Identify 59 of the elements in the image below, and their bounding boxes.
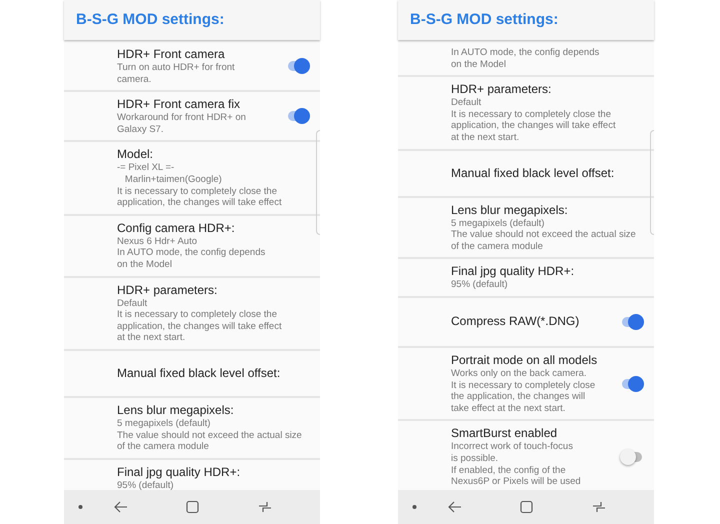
setting-title: HDR+ parameters: [117,282,218,298]
settings-row[interactable]: Manual fixed black level offset: [64,350,320,398]
setting-title: Lens blur megapixels: [451,202,569,218]
setting-description: Default It is necessary to completely close the application, the changes will take effect at the next start. [451,97,617,144]
toggle-switch[interactable] [620,374,644,393]
setting-description: Works only on the back camera. It is necessary to completely close the application, the changes will take effect at the next start. [451,368,596,414]
setting-title: Lens blur megapixels: [117,402,235,418]
setting-description: Incorrect work of touch-focus is possible. If enabled, the config of the Nexus6P or Pixels will be used [451,441,582,488]
settings-row[interactable]: Model: -= Pixel XL =- Marlin+taimen(Google) It is necessary to completely close the application, the changes will take effect [64,142,320,216]
setting-description: Default It is necessary to completely close the application, the changes will take effect at the next start. [117,298,283,344]
settings-row[interactable]: HDR+ parameters: Default It is necessary to completely close the application, the changes will take effect at the next start. [398,77,654,151]
setting-description: Nexus 6 Hdr+ Auto In AUTO mode, the config depends on the Model [117,236,266,271]
setting-title: HDR+ Front camera [117,47,226,62]
toggle-switch[interactable] [286,57,310,76]
settings-row[interactable]: Final jpg quality HDR+: 95% (default) [398,259,654,298]
home-icon[interactable] [186,500,199,514]
setting-title: Portrait mode on all models [451,352,598,368]
setting-title: Model: [117,147,154,162]
setting-description: 5 megapixels (default) The value should not exceed the actual size of the camera module [451,218,637,252]
setting-description: 95% (default) [451,279,509,291]
settings-row[interactable]: HDR+ Front camera Turn on auto HDR+ for front camera. [64,42,320,92]
dot-icon [412,504,417,510]
setting-title: Compress RAW(*.DNG) [451,314,580,330]
settings-row[interactable]: Manual fixed black level offset: [398,150,654,198]
toggle-switch[interactable] [620,312,644,331]
recents-icon[interactable] [258,501,272,513]
back-icon[interactable] [448,501,462,513]
back-icon[interactable] [114,501,128,513]
settings-row[interactable]: SmartBurst enabled Incorrect work of touch-focus is possible. If enabled, the config of the Nexus6P or Pixels will be used [398,421,654,490]
settings-row[interactable]: In AUTO mode, the config depends on the Model [398,42,654,78]
setting-description: -= Pixel XL =- Marlin+taimen(Google) It is necessary to completely close the application, the changes will take effect [117,162,283,209]
dot-icon [78,504,83,510]
setting-title: SmartBurst enabled [451,426,558,442]
recents-icon[interactable] [592,501,606,513]
setting-description: 95% (default) [117,480,175,490]
setting-title: Manual fixed black level offset: [451,166,616,181]
setting-description: Workaround for front HDR+ on Galaxy S7. [117,112,247,136]
setting-title: Manual fixed black level offset: [117,366,282,381]
setting-title: HDR+ parameters: [451,82,552,98]
setting-title: Config camera HDR+: [117,220,236,236]
settings-row[interactable]: HDR+ Front camera fix Workaround for front HDR+ on Galaxy S7. [64,92,320,142]
setting-description: In AUTO mode, the config depends on the Model [451,47,600,70]
settings-row[interactable]: Lens blur megapixels: 5 megapixels (default) The value should not exceed the actual size of the camera module [64,398,320,460]
settings-row[interactable]: HDR+ parameters: Default It is necessary to completely close the application, the changes will take effect at the next start. [64,278,320,351]
settings-row[interactable]: Config camera HDR+: Nexus 6 Hdr+ Auto In AUTO mode, the config depends on the Model [64,216,320,278]
setting-description: Turn on auto HDR+ for front camera. [117,62,236,86]
setting-title: HDR+ Front camera fix [117,97,242,112]
app-title: B-S-G MOD settings: [76,10,224,30]
setting-title: Final jpg quality HDR+: [117,464,242,480]
settings-row[interactable]: Lens blur megapixels: 5 megapixels (default) The value should not exceed the actual size of the camera module [398,198,654,260]
toggle-switch[interactable] [620,448,644,466]
toggle-switch[interactable] [286,107,310,126]
setting-title: Final jpg quality HDR+: [451,264,576,280]
settings-row[interactable]: Compress RAW(*.DNG) [398,298,654,348]
app-title: B-S-G MOD settings: [410,10,558,30]
settings-row[interactable]: Portrait mode on all models Works only on the back camera. It is necessary to completely close the application, the changes will take effect at the next start. [398,348,654,422]
settings-row[interactable]: Final jpg quality HDR+: 95% (default) [64,460,320,490]
setting-description: 5 megapixels (default) The value should not exceed the actual size of the camera module [117,418,303,453]
home-icon[interactable] [520,500,533,514]
